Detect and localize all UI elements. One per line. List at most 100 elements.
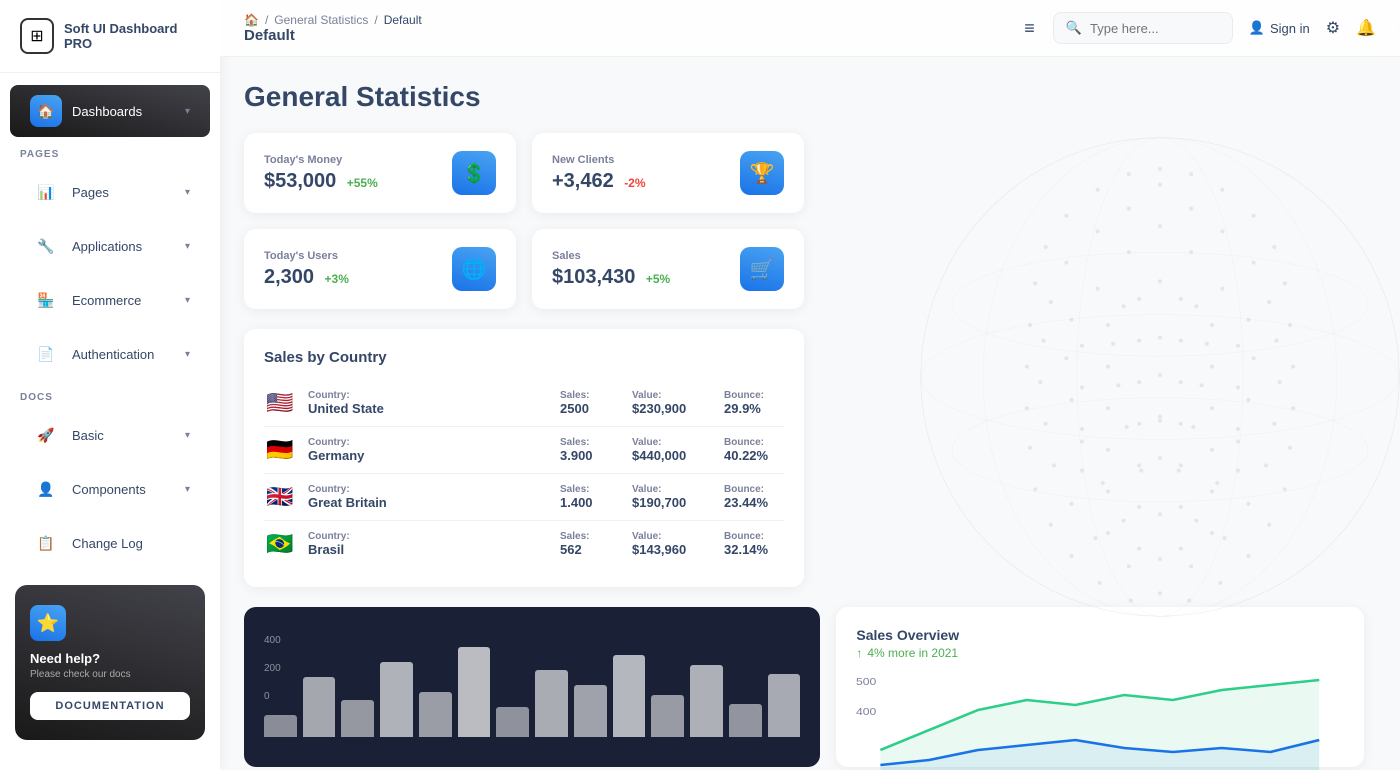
charts-row: 400 200 0 Sales Overview ↑ 4% more in 20… <box>244 607 1364 767</box>
user-icon: 👤 <box>1249 20 1265 36</box>
dashboard-icon: 🏠 <box>30 95 62 127</box>
bar-item <box>729 704 762 737</box>
bar-item <box>768 674 801 737</box>
search-icon: 🔍 <box>1066 20 1082 36</box>
sidebar-item-label: Change Log <box>72 536 190 551</box>
sidebar: ⊞ Soft UI Dashboard PRO 🏠 Dashboards ▾ P… <box>0 0 220 770</box>
stat-value-sales: $103,430 <box>552 266 635 288</box>
table-row: 🇧🇷 Country: Brasil Sales: 562 Value: $14… <box>264 521 784 567</box>
sidebar-nav: 🏠 Dashboards ▾ PAGES 📊 Pages ▾ 🔧 Applica… <box>0 73 220 575</box>
table-row: 🇬🇧 Country: Great Britain Sales: 1.400 V… <box>264 474 784 521</box>
bar-item <box>380 662 413 737</box>
pages-icon: 📊 <box>30 176 62 208</box>
chevron-down-icon: ▾ <box>185 430 190 441</box>
sales-overview-title: Sales Overview <box>856 627 1344 643</box>
chevron-down-icon: ▾ <box>185 295 190 306</box>
value-gb: $190,700 <box>632 495 712 510</box>
table-row: 🇺🇸 Country: United State Sales: 2500 Val… <box>264 380 784 427</box>
trophy-icon: 🏆 <box>740 151 784 195</box>
stat-card-users: Today's Users 2,300 +3% 🌐 <box>244 229 516 309</box>
col-label-bounce: Bounce: <box>724 531 784 542</box>
docs-section-label: DOCS <box>0 382 220 407</box>
sidebar-item-ecommerce[interactable]: 🏪 Ecommerce ▾ <box>10 274 210 326</box>
stat-label-users: Today's Users <box>264 250 349 262</box>
value-br: $143,960 <box>632 542 712 557</box>
chevron-down-icon: ▾ <box>185 106 190 117</box>
sidebar-item-label: Basic <box>72 428 175 443</box>
topbar-right: 🔍 👤 Sign in ⚙ 🔔 <box>1053 12 1376 44</box>
col-label-value: Value: <box>632 390 712 401</box>
bar-item <box>690 665 723 737</box>
growth-text: 4% more in 2021 <box>867 646 958 660</box>
sales-by-country: Sales by Country 🇺🇸 Country: United Stat… <box>244 329 804 587</box>
bars-container <box>264 647 800 737</box>
col-label-value: Value: <box>632 484 712 495</box>
breadcrumb-sep: / <box>265 13 268 27</box>
ecommerce-icon: 🏪 <box>30 284 62 316</box>
breadcrumb-sep2: / <box>374 13 377 27</box>
notification-icon[interactable]: 🔔 <box>1356 18 1376 38</box>
col-label-sales: Sales: <box>560 390 620 401</box>
help-subtitle: Please check our docs <box>30 669 190 680</box>
chevron-down-icon: ▾ <box>185 241 190 252</box>
globe-decoration <box>900 117 1400 637</box>
sidebar-item-pages[interactable]: 📊 Pages ▾ <box>10 166 210 218</box>
sidebar-item-label: Applications <box>72 239 175 254</box>
help-star-icon: ⭐ <box>30 605 66 641</box>
value-de: $440,000 <box>632 448 712 463</box>
stat-change-money: +55% <box>347 176 378 190</box>
bar-item <box>458 647 491 737</box>
logo-text: Soft UI Dashboard PRO <box>64 21 200 51</box>
help-card: ⭐ Need help? Please check our docs DOCUM… <box>15 585 205 740</box>
stat-value-money: $53,000 <box>264 170 336 192</box>
table-row: 🇩🇪 Country: Germany Sales: 3.900 Value: … <box>264 427 784 474</box>
sidebar-item-dashboards[interactable]: 🏠 Dashboards ▾ <box>10 85 210 137</box>
components-icon: 👤 <box>30 473 62 505</box>
chevron-down-icon: ▾ <box>185 484 190 495</box>
bounce-br: 32.14% <box>724 542 784 557</box>
stats-grid: Today's Money $53,000 +55% 💲 New Clients… <box>244 133 804 309</box>
auth-icon: 📄 <box>30 338 62 370</box>
col-label-value: Value: <box>632 531 712 542</box>
settings-icon[interactable]: ⚙ <box>1326 18 1340 38</box>
hamburger-icon[interactable]: ≡ <box>1024 18 1035 39</box>
bar-chart-card: 400 200 0 <box>244 607 820 767</box>
pages-section-label: PAGES <box>0 139 220 164</box>
col-label-bounce: Bounce: <box>724 437 784 448</box>
bar-item <box>535 670 568 738</box>
bar-item <box>341 700 374 738</box>
sidebar-item-label: Components <box>72 482 175 497</box>
changelog-icon: 📋 <box>30 527 62 559</box>
col-label-country: Country: <box>308 484 548 495</box>
search-box[interactable]: 🔍 <box>1053 12 1233 44</box>
sidebar-item-changelog[interactable]: 📋 Change Log <box>10 517 210 569</box>
sidebar-item-components[interactable]: 👤 Components ▾ <box>10 463 210 515</box>
col-label-bounce: Bounce: <box>724 390 784 401</box>
main-area: 🏠 / General Statistics / Default Default… <box>220 0 1400 770</box>
stat-change-sales: +5% <box>646 272 670 286</box>
bounce-de: 40.22% <box>724 448 784 463</box>
search-input[interactable] <box>1090 21 1220 36</box>
documentation-button[interactable]: DOCUMENTATION <box>30 692 190 720</box>
breadcrumb: 🏠 / General Statistics / Default Default <box>244 13 422 44</box>
bar-item <box>419 692 452 737</box>
page-heading: General Statistics <box>244 81 1376 113</box>
sales-overview-card: Sales Overview ↑ 4% more in 2021 500 400 <box>836 607 1364 767</box>
sales-br: 562 <box>560 542 620 557</box>
country-name-us: United State <box>308 401 548 416</box>
sidebar-item-basic[interactable]: 🚀 Basic ▾ <box>10 409 210 461</box>
col-label-value: Value: <box>632 437 712 448</box>
flag-br: 🇧🇷 <box>264 531 296 557</box>
stat-label-clients: New Clients <box>552 154 646 166</box>
logo-icon: ⊞ <box>20 18 54 54</box>
bar-item <box>264 715 297 738</box>
signin-button[interactable]: 👤 Sign in <box>1249 20 1310 36</box>
sidebar-item-authentication[interactable]: 📄 Authentication ▾ <box>10 328 210 380</box>
stat-card-clients: New Clients +3,462 -2% 🏆 <box>532 133 804 213</box>
sidebar-item-applications[interactable]: 🔧 Applications ▾ <box>10 220 210 272</box>
col-label-country: Country: <box>308 437 548 448</box>
bar-item <box>613 655 646 738</box>
breadcrumb-dashboards: General Statistics <box>274 13 368 27</box>
breadcrumb-current: Default <box>384 13 422 27</box>
country-name-br: Brasil <box>308 542 548 557</box>
